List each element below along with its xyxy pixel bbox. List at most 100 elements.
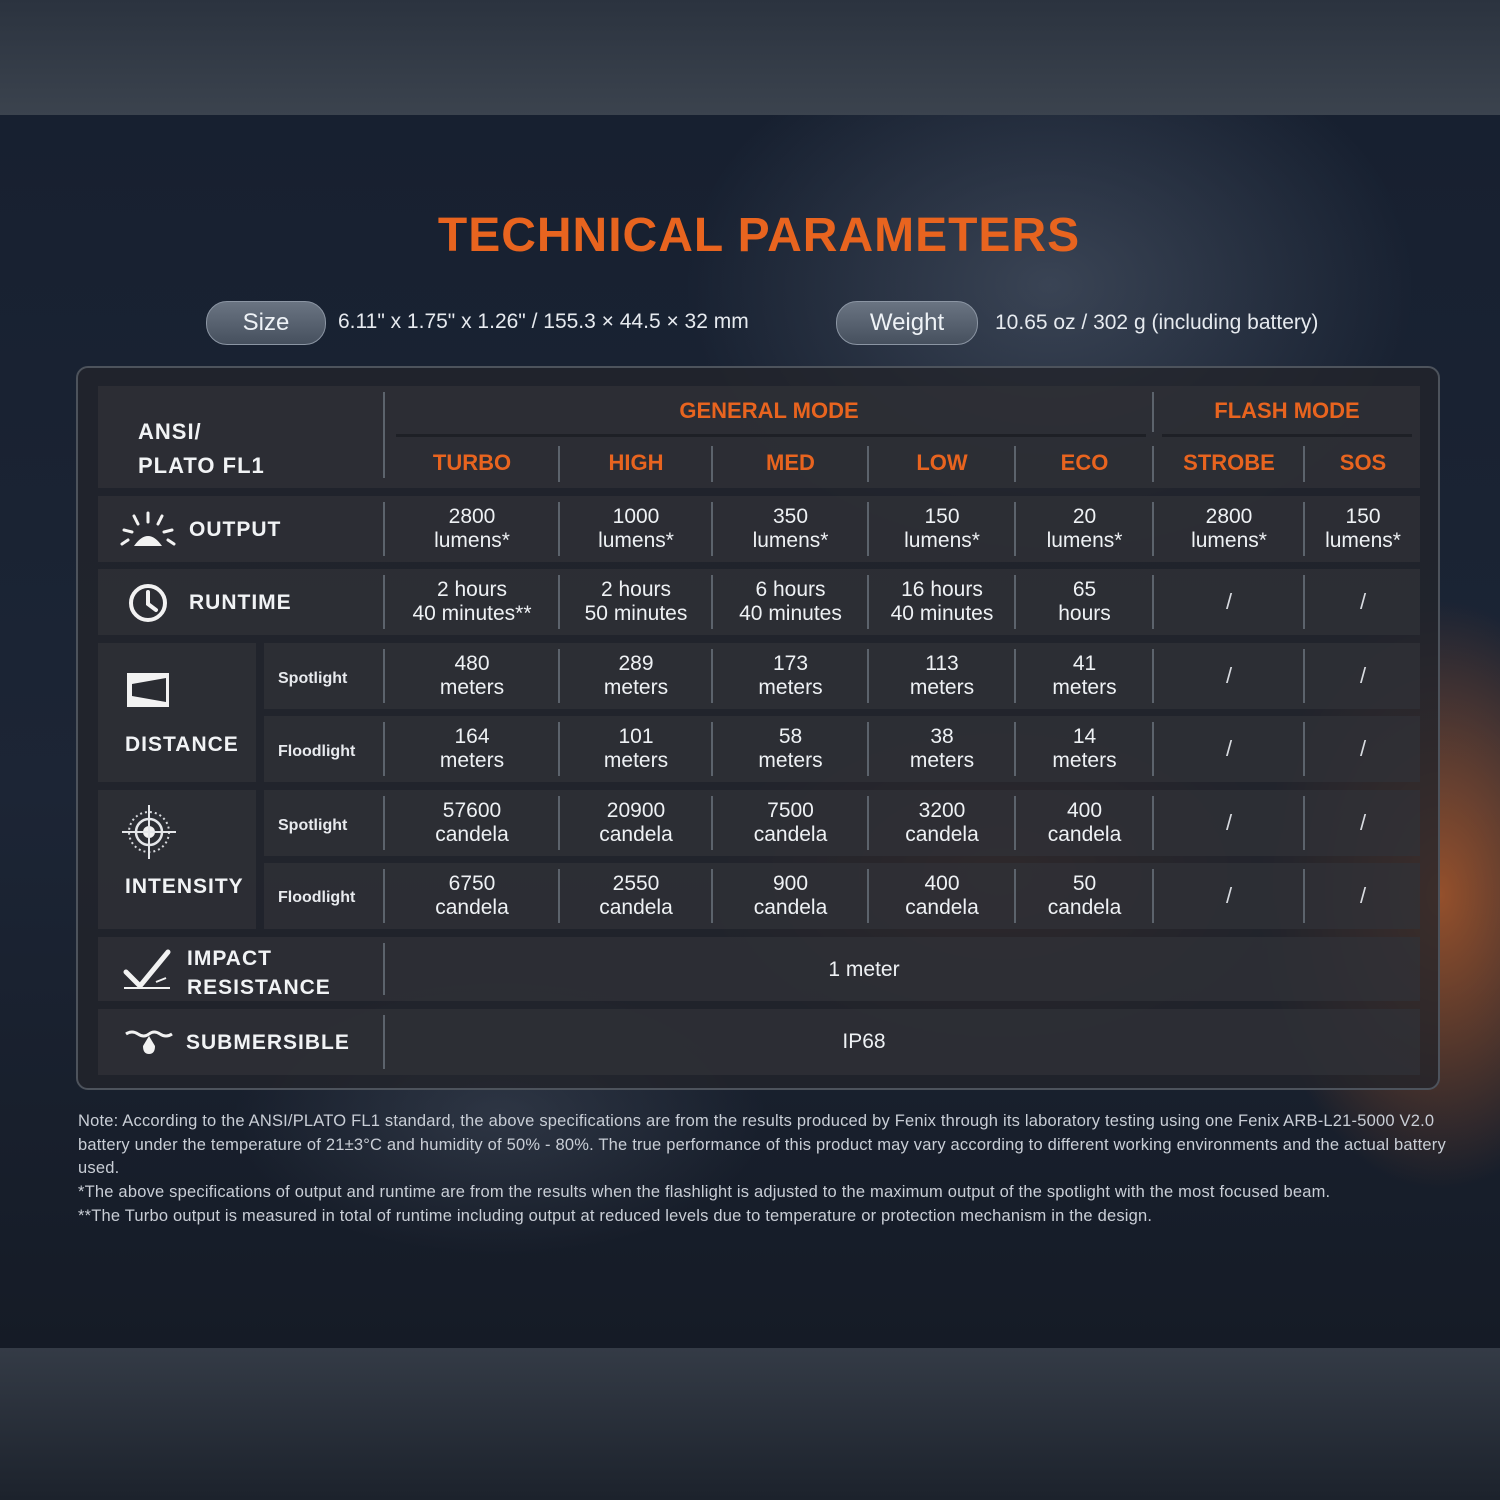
light-burst-icon [120, 510, 176, 555]
output-col-separator [867, 502, 869, 556]
int_spot-cell-empty: / [1359, 810, 1367, 835]
int_flood-col-separator [867, 869, 869, 923]
int_spot-cell-line1: 7500 [767, 799, 814, 822]
int_spot-cell-line1: 20900 [606, 799, 666, 822]
header-separator [383, 392, 385, 478]
int_flood-cell-empty: / [1225, 883, 1233, 908]
int_flood-cell-line2: candela [753, 896, 828, 919]
dist_spot-cell-line1: 289 [618, 652, 654, 675]
int_flood-cell-line1: 2550 [612, 872, 660, 895]
corner-label: ANSI/ PLATO FL1 [138, 415, 265, 483]
runtime-cell-line2: 40 minutes [890, 602, 994, 625]
int_flood-label-separator [383, 869, 385, 923]
sub-label-separator [383, 1015, 385, 1069]
corner-label-line2: PLATO FL1 [138, 453, 265, 478]
dist_spot-col-separator [867, 649, 869, 703]
int_flood-col-separator [711, 869, 713, 923]
int_spot-cell-line1: 57600 [442, 799, 502, 822]
dist_spot-cell-line1: 480 [454, 652, 490, 675]
group-flash-mode: FLASH MODE [1214, 398, 1360, 423]
size-value: 6.11" x 1.75" x 1.26" / 155.3 × 44.5 × 3… [338, 310, 749, 333]
page-title: TECHNICAL PARAMETERS [437, 209, 1081, 262]
dist_spot-cell-line2: meters [909, 676, 975, 699]
runtime-cell-line2: hours [1058, 602, 1111, 625]
output-label-separator [383, 502, 385, 556]
int_flood-cell-line2: candela [435, 896, 509, 919]
runtime-cell-line2: 50 minutes [584, 602, 688, 625]
runtime-cell-line1: 16 hours [901, 578, 983, 601]
int_flood-cell-line2: candela [599, 896, 673, 919]
int_spot-cell-line2: candela [905, 823, 979, 846]
dist_spot-col-separator [558, 649, 560, 703]
dist_flood-col-separator [867, 722, 869, 776]
runtime-col-separator [1014, 575, 1016, 629]
mode-header-turbo: TURBO [432, 450, 512, 475]
int_flood-cell-line2: candela [1047, 896, 1122, 919]
dist_spot-col-separator [1152, 649, 1154, 703]
clock-icon [127, 582, 169, 629]
general-mode-rule [396, 434, 1146, 437]
runtime-col-separator [1152, 575, 1154, 629]
impact-value: 1 meter [828, 958, 900, 981]
output-col-separator [1014, 502, 1016, 556]
dist_spot-cell-line1: 41 [1072, 652, 1097, 675]
dist_spot-cell-line1: 113 [925, 652, 959, 675]
dist_flood-cell-empty: / [1225, 736, 1233, 761]
header-col-separator [711, 446, 713, 482]
header-col-separator [867, 446, 869, 482]
runtime-col-separator [558, 575, 560, 629]
dist_flood-cell-line1: 101 [618, 725, 654, 748]
impact-label-line2: RESISTANCE [187, 976, 331, 999]
runtime-cell-empty: / [1359, 589, 1367, 614]
runtime-cell-empty: / [1225, 589, 1233, 614]
output-cell-line1: 20 [1072, 505, 1097, 528]
dist_spot-col-separator [1303, 649, 1305, 703]
output-cell-line1: 2800 [448, 505, 496, 528]
header-col-separator [1014, 446, 1016, 482]
output-cell-line2: lumens* [752, 529, 829, 552]
output-cell-line2: lumens* [434, 529, 510, 552]
int_spot-col-separator [1152, 796, 1154, 850]
size-pill: Size [206, 301, 326, 345]
dist_flood-col-separator [711, 722, 713, 776]
mode-header-sos: SOS [1339, 450, 1387, 475]
bottom-band [0, 1348, 1500, 1500]
int_spot-label-separator [383, 796, 385, 850]
note-main: Note: According to the ANSI/PLATO FL1 st… [78, 1112, 1446, 1178]
note-star: *The above specifications of output and … [78, 1183, 1331, 1202]
int_spot-col-separator [558, 796, 560, 850]
output-col-separator [558, 502, 560, 556]
note-double-star: **The Turbo output is measured in total … [78, 1206, 1153, 1225]
dist_spot-cell-empty: / [1225, 663, 1233, 688]
header-col-separator [558, 446, 560, 482]
output-cell-line2: lumens* [1325, 529, 1401, 552]
dist_flood-cell-line1: 58 [778, 725, 803, 748]
int_spot-col-separator [1014, 796, 1016, 850]
runtime-cell-line1: 65 [1072, 578, 1097, 601]
header-col-separator [1152, 446, 1154, 482]
int_spot-col-separator [1303, 796, 1305, 850]
runtime-cell-line2: 40 minutes [739, 602, 842, 625]
dist_flood-cell-line1: 38 [930, 725, 954, 748]
dist_flood-label-separator [383, 722, 385, 776]
dist_spot-col-separator [711, 649, 713, 703]
runtime-cell-line1: 2 hours [436, 578, 508, 601]
output-cell-line1: 150 [924, 505, 960, 528]
header-col-separator [1303, 446, 1305, 482]
int_flood-cell-empty: / [1359, 883, 1367, 908]
runtime-label-separator [383, 575, 385, 629]
int_spot-cell-line1: 3200 [918, 799, 966, 822]
impact-label-line1: IMPACT [187, 947, 272, 970]
output-cell-line2: lumens* [904, 529, 980, 552]
impact-check-icon [122, 948, 172, 997]
dist_spot-cell-line2: meters [439, 676, 505, 699]
dist_flood-col-separator [1014, 722, 1016, 776]
int_flood-cell-line2: candela [905, 896, 979, 919]
dist_spot-label-separator [383, 649, 385, 703]
dist_spot-cell-line2: meters [1052, 676, 1117, 699]
footnotes: Note: According to the ANSI/PLATO FL1 st… [78, 1110, 1448, 1229]
output-cell-line2: lumens* [1046, 529, 1123, 552]
output-col-separator [1152, 502, 1154, 556]
beam-distance-icon [126, 672, 170, 713]
output-col-separator [711, 502, 713, 556]
